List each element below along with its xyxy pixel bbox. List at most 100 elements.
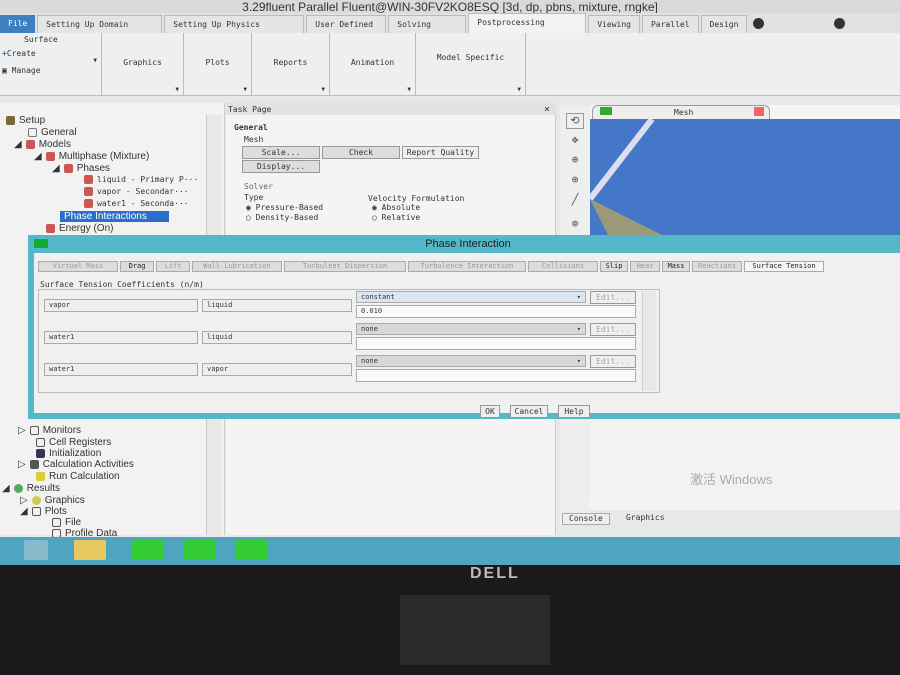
- phase-interaction-dialog: Phase Interaction Virtual Mass Drag Lift Wa…: [28, 235, 900, 419]
- surface-tension-method-select[interactable]: none ▾: [356, 355, 586, 367]
- probe-icon[interactable]: ╱: [566, 193, 584, 209]
- tab-wall-lubrication[interactable]: Wall Lubrication: [192, 261, 282, 272]
- tab-postprocessing[interactable]: Postprocessing: [468, 13, 587, 33]
- tab-lift[interactable]: Lift: [156, 261, 190, 272]
- tab-slip[interactable]: Slip: [600, 261, 628, 272]
- tree-vapor[interactable]: vapor - Secondar···: [84, 187, 189, 196]
- general-heading: General: [234, 123, 268, 132]
- tab-surface-tension[interactable]: Surface Tension: [744, 261, 824, 272]
- tree-file[interactable]: File: [52, 517, 81, 528]
- tab-design[interactable]: Design: [700, 15, 748, 33]
- density-based-radio[interactable]: ○ Density-Based: [246, 213, 318, 222]
- ok-button[interactable]: OK: [480, 405, 500, 418]
- edit-button[interactable]: Edit...: [590, 323, 636, 336]
- fluent-app-icon[interactable]: [236, 540, 268, 560]
- type-label: Type: [244, 193, 264, 202]
- fluent-app-icon[interactable]: [132, 540, 164, 560]
- check-button[interactable]: Check: [322, 146, 400, 159]
- velocity-formulation-label: Velocity Formulation: [368, 194, 465, 203]
- tab-virtual-mass[interactable]: Virtual Mass: [38, 261, 118, 272]
- edit-button[interactable]: Edit...: [590, 291, 636, 304]
- help-icon[interactable]: [834, 18, 846, 29]
- tree-initialization[interactable]: Initialization: [36, 448, 101, 459]
- tree-plots[interactable]: ◢ Plots: [20, 506, 67, 517]
- tree-phase-interactions[interactable]: Phase Interactions: [60, 211, 169, 222]
- tab-turbulent-dispersion[interactable]: Turbulent Dispersion: [284, 261, 406, 272]
- tab-reactions[interactable]: Reactions: [692, 261, 742, 272]
- zoom-box-icon[interactable]: ⊕: [566, 173, 584, 189]
- tree-calculation-activities[interactable]: ▷ Calculation Activities: [18, 459, 134, 470]
- tab-solving[interactable]: Solving: [388, 15, 467, 33]
- surface-tension-value-input[interactable]: [356, 369, 636, 382]
- fluent-app-icon[interactable]: [184, 540, 216, 560]
- surface-label: Surface: [24, 35, 58, 44]
- tab-mass[interactable]: Mass: [662, 261, 690, 272]
- close-icon[interactable]: ×: [544, 104, 550, 115]
- create-button[interactable]: +Create: [2, 49, 101, 58]
- dialog-title: Phase Interaction: [425, 238, 511, 250]
- tab-console[interactable]: Console: [562, 513, 610, 525]
- surface-tension-value-input[interactable]: 0.010: [356, 305, 636, 318]
- reports-group[interactable]: Reports ▼: [252, 33, 330, 95]
- surface-tension-method-select[interactable]: none ▾: [356, 323, 586, 335]
- tab-setting-up-physics[interactable]: Setting Up Physics: [164, 15, 305, 33]
- tree-setup[interactable]: Setup: [6, 115, 45, 126]
- tree-monitors[interactable]: ▷ Monitors: [18, 425, 81, 436]
- solver-label: Solver: [244, 182, 273, 191]
- tree-multiphase[interactable]: ◢ Multiphase (Mixture): [34, 151, 149, 162]
- dialog-scrollbar[interactable]: [642, 291, 656, 391]
- tree-cell-registers[interactable]: Cell Registers: [36, 437, 111, 448]
- ie-icon[interactable]: [24, 540, 48, 560]
- tab-file[interactable]: File: [0, 15, 36, 33]
- tab-parallel[interactable]: Parallel: [641, 15, 699, 33]
- tab-drag[interactable]: Drag: [120, 261, 154, 272]
- scale-button[interactable]: Scale...: [242, 146, 320, 159]
- tab-heat[interactable]: Heat: [630, 261, 660, 272]
- tree-results[interactable]: ◢ Results: [2, 483, 60, 494]
- plots-group[interactable]: Plots ▼: [184, 33, 252, 95]
- tree-models[interactable]: ◢ Models: [14, 139, 71, 150]
- rotate-icon[interactable]: ⟲: [566, 113, 584, 129]
- tab-setting-up-domain[interactable]: Setting Up Domain: [37, 15, 163, 33]
- tab-graphics[interactable]: Graphics: [620, 513, 671, 525]
- tree-phases[interactable]: ◢ Phases: [52, 163, 110, 174]
- surface-tension-value-input[interactable]: [356, 337, 636, 350]
- animation-group[interactable]: Animation ▼: [330, 33, 416, 95]
- tree-water1[interactable]: water1 - Seconda···: [84, 199, 189, 208]
- zoom-in-icon[interactable]: ⊕: [566, 153, 584, 169]
- absolute-radio[interactable]: ◉ Absolute: [372, 203, 420, 212]
- tree-graphics[interactable]: ▷ Graphics: [20, 495, 85, 506]
- close-icon[interactable]: [753, 18, 765, 29]
- graphics-group[interactable]: Graphics ▼: [102, 33, 184, 95]
- manage-button[interactable]: ▣ Manage: [2, 66, 101, 75]
- tree-liquid[interactable]: liquid - Primary P···: [84, 175, 198, 184]
- fit-icon[interactable]: ⊚: [566, 217, 584, 233]
- chevron-down-icon[interactable]: ▼: [93, 57, 97, 93]
- folder-icon[interactable]: [74, 540, 106, 560]
- screen: 3.29fluent Parallel Fluent@WIN-30FV2KO8E…: [0, 0, 900, 565]
- tree-general[interactable]: General: [28, 127, 77, 138]
- pan-icon[interactable]: ✥: [566, 133, 584, 149]
- tab-collisions[interactable]: Collisions: [528, 261, 598, 272]
- relative-radio[interactable]: ○ Relative: [372, 213, 420, 222]
- close-icon[interactable]: [754, 107, 764, 116]
- phase-b-field: liquid: [202, 299, 352, 312]
- cancel-button[interactable]: Cancel: [510, 405, 548, 418]
- phase-b-field: liquid: [202, 331, 352, 344]
- window-title: 3.29fluent Parallel Fluent@WIN-30FV2KO8E…: [0, 0, 900, 14]
- monitor-bezel: DELL: [0, 565, 900, 675]
- pressure-based-radio[interactable]: ◉ Pressure-Based: [246, 203, 323, 212]
- tab-user-defined[interactable]: User Defined: [306, 15, 387, 33]
- model-specific-group[interactable]: Model Specific ▼: [416, 33, 526, 95]
- help-button[interactable]: Help: [558, 405, 590, 418]
- report-quality-button[interactable]: Report Quality: [402, 146, 479, 159]
- mesh-view[interactable]: [590, 119, 900, 239]
- tab-turbulence-interaction[interactable]: Turbulence Interaction: [408, 261, 526, 272]
- tree-run-calculation[interactable]: Run Calculation: [36, 471, 120, 482]
- phase-b-field: vapor: [202, 363, 352, 376]
- edit-button[interactable]: Edit...: [590, 355, 636, 368]
- tab-viewing[interactable]: Viewing: [588, 15, 640, 33]
- display-button[interactable]: Display...: [242, 160, 320, 173]
- surface-tension-method-select[interactable]: constant ▾: [356, 291, 586, 303]
- tree-energy[interactable]: Energy (On): [46, 223, 113, 234]
